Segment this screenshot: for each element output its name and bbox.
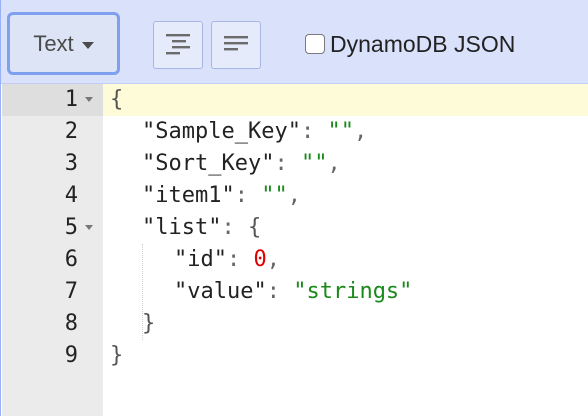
json-key: "list" — [142, 215, 222, 240]
code-line: 3 "Sort_Key": "", — [2, 148, 588, 180]
code-line: 2 "Sample_Key": "", — [2, 116, 588, 148]
comma: , — [266, 247, 280, 272]
line-number: 8 — [64, 311, 78, 336]
json-string-value: "" — [300, 151, 328, 176]
fold-arrow-icon[interactable] — [85, 97, 93, 102]
brace: { — [110, 87, 124, 112]
line-number: 6 — [64, 247, 78, 272]
code-line: 9 } — [2, 340, 588, 372]
line-number: 2 — [64, 119, 78, 144]
line-number: 1 — [64, 87, 78, 112]
json-key: "Sort_Key" — [142, 151, 275, 176]
line-number: 3 — [64, 151, 78, 176]
json-string-value: "" — [261, 183, 288, 208]
json-key: "id" — [174, 247, 227, 272]
json-string-value: "strings" — [293, 279, 413, 304]
fold-arrow-icon[interactable] — [85, 225, 93, 230]
dynamodb-json-label: DynamoDB JSON — [330, 30, 516, 57]
line-number: 9 — [64, 343, 78, 368]
code-editor[interactable]: 1 { 2 "Sample_Key": "", 3 "Sort_Key": ""… — [2, 84, 588, 416]
comma: , — [327, 151, 341, 176]
json-editor: Text DynamoDB JSON 1 {2 "Sample_Key": "… — [0, 0, 588, 416]
editor-toolbar: Text DynamoDB JSON — [1, 0, 588, 84]
chevron-down-icon — [81, 41, 94, 49]
code-line: 4 "item1": "", — [2, 180, 588, 212]
colon: : — [226, 247, 254, 272]
code-line: 6 "id": 0, — [2, 244, 588, 276]
colon: : — [266, 279, 294, 304]
line-number: 5 — [64, 215, 78, 240]
code-line: 1 { — [2, 84, 588, 116]
brace: } — [142, 311, 156, 336]
line-number: 7 — [64, 279, 78, 304]
mode-label: Text — [33, 30, 74, 56]
colon: : — [234, 183, 262, 208]
format-icon — [166, 34, 190, 55]
comma: , — [353, 119, 368, 144]
json-key: "Sample_Key" — [142, 119, 301, 144]
format-button[interactable] — [153, 21, 203, 69]
json-string-value: "" — [327, 119, 354, 144]
dynamodb-json-toggle[interactable]: DynamoDB JSON — [305, 29, 515, 59]
compact-button[interactable] — [211, 21, 261, 69]
dynamodb-json-checkbox[interactable] — [305, 34, 325, 54]
code-line: 7 "value": "strings" — [2, 276, 588, 308]
json-key: "value" — [174, 279, 267, 304]
json-number-value: 0 — [253, 247, 267, 272]
code-line: 5 "list": { — [2, 212, 588, 244]
mode-dropdown-button[interactable]: Text — [7, 12, 120, 75]
colon: : — [221, 215, 248, 240]
brace: { — [247, 215, 262, 240]
colon: : — [274, 151, 301, 176]
line-number: 4 — [64, 183, 78, 208]
brace: } — [110, 343, 124, 368]
comma: , — [287, 183, 301, 208]
code-line: 8 } — [2, 308, 588, 340]
colon: : — [300, 119, 328, 144]
compact-icon — [224, 36, 248, 51]
json-key: "item1" — [142, 183, 235, 208]
